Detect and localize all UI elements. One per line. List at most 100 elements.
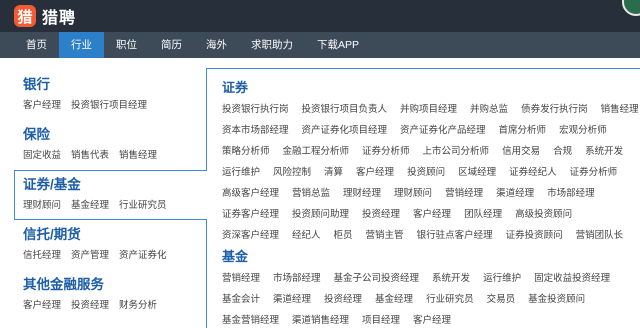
- job-link[interactable]: 客户经理: [413, 310, 451, 328]
- category-item[interactable]: 证券/基金理财顾问 基金经理 行业研究员: [14, 170, 207, 220]
- job-link[interactable]: 投资经理: [324, 289, 362, 310]
- job-link[interactable]: 风险控制: [273, 162, 311, 183]
- avatar[interactable]: [622, 0, 640, 16]
- job-link[interactable]: 固定收益投资经理: [534, 268, 610, 289]
- job-link[interactable]: 宏观分析师: [559, 120, 607, 141]
- job-link[interactable]: 客户经理: [356, 162, 394, 183]
- job-link[interactable]: 高级客户经理: [222, 183, 279, 204]
- nav-item-download-app[interactable]: 下载APP: [305, 32, 371, 58]
- category-sub-link[interactable]: 财务分析: [119, 297, 157, 311]
- category-sub-link[interactable]: 资产证券化: [119, 247, 167, 261]
- job-link[interactable]: 基金投资顾问: [528, 289, 585, 310]
- section-title: 基金: [222, 249, 249, 264]
- job-link[interactable]: 柜员: [334, 225, 353, 246]
- job-link[interactable]: 证券客户经理: [222, 204, 279, 225]
- category-title[interactable]: 信托/期货: [23, 226, 200, 244]
- job-link[interactable]: 资产证券化项目经理: [302, 120, 388, 141]
- category-sub-link[interactable]: 资产管理: [71, 247, 109, 261]
- job-link[interactable]: 金融工程分析师: [283, 141, 350, 162]
- job-link[interactable]: 项目经理: [362, 310, 400, 328]
- job-link[interactable]: 市场部经理: [273, 268, 321, 289]
- category-sub-link[interactable]: 信托经理: [23, 247, 61, 261]
- job-link[interactable]: 营销主管: [366, 225, 404, 246]
- category-item[interactable]: 信托/期货信托经理 资产管理 资产证券化: [14, 220, 200, 270]
- job-link[interactable]: 基金经理: [375, 289, 413, 310]
- nav-item-resume[interactable]: 简历: [149, 32, 194, 58]
- category-sub-link[interactable]: 投资银行项目经理: [71, 97, 147, 111]
- job-link[interactable]: 投资银行执行岗: [222, 99, 289, 120]
- job-link[interactable]: 投资顾问: [407, 162, 445, 183]
- category-title[interactable]: 证券/基金: [23, 176, 207, 194]
- job-link[interactable]: 策略分析师: [222, 141, 270, 162]
- job-link[interactable]: 并购总监: [470, 99, 508, 120]
- job-link[interactable]: 基金子公司投资经理: [334, 268, 420, 289]
- category-sub-link[interactable]: 销售经理: [119, 147, 157, 161]
- job-link[interactable]: 基金营销经理: [222, 310, 279, 328]
- job-link[interactable]: 客户经理: [413, 204, 451, 225]
- job-link[interactable]: 经纪人: [292, 225, 321, 246]
- category-sub-link[interactable]: 基金经理: [71, 197, 109, 211]
- nav-item-home[interactable]: 首页: [14, 32, 59, 58]
- job-link[interactable]: 行业研究员: [426, 289, 474, 310]
- job-link[interactable]: 合规: [553, 141, 572, 162]
- job-link[interactable]: 上市公司分析师: [423, 141, 490, 162]
- job-link[interactable]: 并购项目经理: [400, 99, 457, 120]
- logo-text: 猎聘: [42, 10, 77, 27]
- category-title[interactable]: 其他金融服务: [23, 276, 200, 294]
- category-sub-link[interactable]: 客户经理: [23, 297, 61, 311]
- category-item[interactable]: 银行客户经理 投资银行项目经理: [14, 70, 200, 120]
- job-link[interactable]: 团队经理: [464, 204, 502, 225]
- job-link[interactable]: 营销经理: [445, 183, 483, 204]
- job-link[interactable]: 交易员: [487, 289, 516, 310]
- nav-item-jobs[interactable]: 职位: [104, 32, 149, 58]
- job-link[interactable]: 渠道销售经理: [292, 310, 349, 328]
- job-link[interactable]: 高级投资顾问: [515, 204, 572, 225]
- job-link[interactable]: 证券投资顾问: [506, 225, 563, 246]
- category-title[interactable]: 保险: [23, 126, 200, 144]
- category-sub-link[interactable]: 理财顾问: [23, 197, 61, 211]
- job-link[interactable]: 市场部经理: [547, 183, 595, 204]
- job-link[interactable]: 渠道经理: [496, 183, 534, 204]
- category-sub-link[interactable]: 投资经理: [71, 297, 109, 311]
- job-link[interactable]: 投资经理: [362, 204, 400, 225]
- job-link[interactable]: 基金会计: [222, 289, 260, 310]
- category-title[interactable]: 银行: [23, 76, 200, 94]
- job-link[interactable]: 资本市场部经理: [222, 120, 289, 141]
- job-link[interactable]: 证券分析师: [570, 162, 618, 183]
- nav-item-overseas[interactable]: 海外: [194, 32, 239, 58]
- job-link[interactable]: 营销总监: [292, 183, 330, 204]
- job-link[interactable]: 理财经理: [343, 183, 381, 204]
- job-link[interactable]: 运行维护: [483, 268, 521, 289]
- job-link[interactable]: 资产证券化产品经理: [400, 120, 486, 141]
- logo[interactable]: 猎 猎聘: [14, 5, 76, 27]
- nav-item-job-help[interactable]: 求职助力: [239, 32, 305, 58]
- job-link[interactable]: 资深客户经理: [222, 225, 279, 246]
- job-link[interactable]: 银行驻点客户经理: [417, 225, 493, 246]
- category-list: 银行 客户经理 投资银行项目经理 保险 固定收益 销售代表 销售经理 证券/基金 理财顾问 基金经…: [14, 70, 207, 320]
- nav-item-industry[interactable]: 行业: [59, 32, 104, 58]
- category-sub-link[interactable]: 行业研究员: [119, 197, 167, 211]
- job-link[interactable]: 理财顾问: [394, 183, 432, 204]
- category-item[interactable]: 保险固定收益 销售代表 销售经理: [14, 120, 200, 170]
- job-link[interactable]: 运行维护: [222, 162, 260, 183]
- section-title: 证券: [222, 80, 249, 95]
- job-link[interactable]: 系统开发: [585, 141, 623, 162]
- job-link[interactable]: 投资银行项目负责人: [302, 99, 388, 120]
- job-link[interactable]: 销售经理: [601, 99, 639, 120]
- category-sub-link[interactable]: 客户经理: [23, 97, 61, 111]
- job-link[interactable]: 信用交易: [502, 141, 540, 162]
- category-sub-link[interactable]: 销售代表: [71, 147, 109, 161]
- job-link[interactable]: 证券经纪人: [509, 162, 557, 183]
- job-link[interactable]: 营销经理: [222, 268, 260, 289]
- job-link[interactable]: 营销团队长: [576, 225, 624, 246]
- category-sub-link[interactable]: 固定收益: [23, 147, 61, 161]
- job-link[interactable]: 清算: [324, 162, 343, 183]
- job-link[interactable]: 投资顾问助理: [292, 204, 349, 225]
- job-link[interactable]: 债券发行执行岗: [521, 99, 588, 120]
- job-link[interactable]: 系统开发: [432, 268, 470, 289]
- category-item[interactable]: 其他金融服务客户经理 投资经理 财务分析: [14, 270, 200, 320]
- job-link[interactable]: 渠道经理: [273, 289, 311, 310]
- job-link[interactable]: 证券分析师: [362, 141, 410, 162]
- job-link[interactable]: 区域经理: [458, 162, 496, 183]
- job-link[interactable]: 首席分析师: [499, 120, 547, 141]
